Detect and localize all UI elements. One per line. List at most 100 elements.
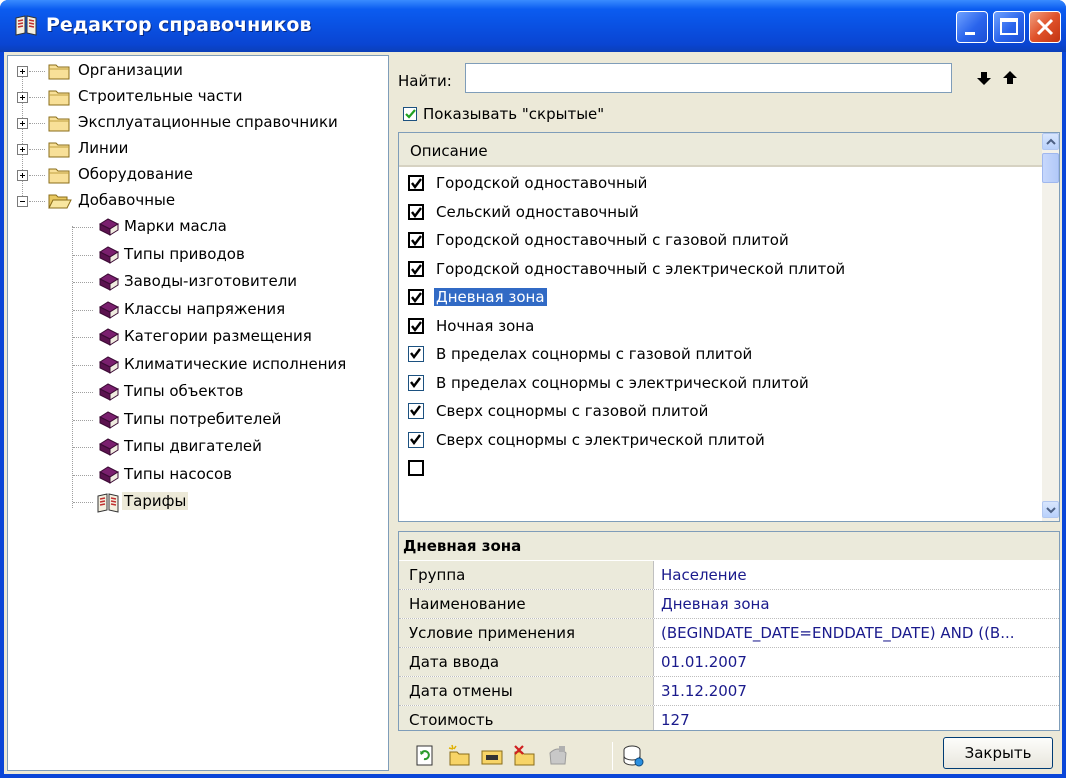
tree-folder[interactable]: Строительные части <box>8 84 386 110</box>
tree-guide-line <box>73 309 93 311</box>
closed-book-icon <box>98 300 120 319</box>
grid-row[interactable]: В пределах соцнормы с электрической плит… <box>399 369 1042 397</box>
refresh-icon[interactable] <box>412 743 438 769</box>
closed-book-icon <box>98 328 120 346</box>
directory-tree[interactable]: Организации Строительные части Эксплуатаци… <box>7 55 389 771</box>
closed-book-icon <box>98 438 120 456</box>
tree-folder[interactable]: Эксплуатационные справочники <box>8 110 386 136</box>
tree-guide-line <box>73 254 93 256</box>
grid-row[interactable]: Сверх соцнормы с газовой плитой <box>399 397 1042 425</box>
row-checkbox[interactable] <box>408 289 424 305</box>
checkmark-icon <box>411 320 422 332</box>
arrow-up-icon[interactable] <box>1000 68 1020 88</box>
column-description: Описание <box>410 142 488 160</box>
collapse-icon[interactable] <box>17 196 28 207</box>
grid-row[interactable]: Сельский одноставочный <box>399 198 1042 226</box>
tree-folder[interactable]: Линии <box>8 136 386 162</box>
maximize-button[interactable] <box>993 11 1025 43</box>
expand-icon[interactable] <box>17 144 28 155</box>
tree-item-label: Типы потребителей <box>124 409 282 428</box>
checkmark-icon <box>411 178 422 189</box>
new-item-icon[interactable] <box>447 743 473 769</box>
tree-item[interactable]: Климатические исполнения <box>8 352 386 378</box>
database-icon[interactable] <box>620 743 646 769</box>
property-value: 31.12.2007 <box>661 682 747 700</box>
tree-item[interactable]: Типы объектов <box>8 379 386 405</box>
grid-row[interactable]: Городской одноставочный с газовой плитой <box>399 226 1042 254</box>
search-label: Найти: <box>398 72 452 90</box>
property-row[interactable]: Группа Население <box>399 561 1059 590</box>
grid-row[interactable]: Сверх соцнормы с электрической плитой <box>399 426 1042 454</box>
title-bar[interactable]: Редактор справочников <box>0 0 1066 52</box>
tree-item[interactable]: Типы насосов <box>8 462 386 488</box>
tree-item-label: Типы насосов <box>124 464 233 483</box>
scroll-down-button[interactable] <box>1042 501 1059 518</box>
close-button[interactable]: Закрыть <box>943 737 1053 769</box>
tree-folder[interactable]: Добавочные <box>8 188 386 214</box>
arrow-down-icon[interactable] <box>974 68 994 88</box>
close-window-button[interactable] <box>1029 11 1061 43</box>
row-checkbox[interactable] <box>408 460 424 476</box>
row-checkbox[interactable] <box>408 374 424 391</box>
show-hidden-checkbox[interactable] <box>403 107 417 121</box>
tree-item[interactable]: Типы приводов <box>8 242 386 268</box>
tree-item-label: Заводы-изготовители <box>124 272 298 290</box>
tree-item[interactable]: Марки масла <box>8 214 386 240</box>
tree-folder[interactable]: Организации <box>8 58 386 84</box>
property-row[interactable]: Условие применения (BEGINDATE_DATE=ENDDAT… <box>399 619 1059 648</box>
tree-item[interactable]: Типы двигателей <box>8 434 386 460</box>
edit-item-icon[interactable] <box>479 743 505 769</box>
show-hidden-label[interactable]: Показывать "скрытые" <box>423 105 604 123</box>
delete-item-icon[interactable] <box>512 743 538 769</box>
checkmark-icon <box>411 263 422 275</box>
grid-row-partial[interactable] <box>399 454 1042 482</box>
tree-guide-line <box>73 474 93 476</box>
row-checkbox[interactable] <box>408 175 424 191</box>
expand-icon[interactable] <box>17 170 28 181</box>
vertical-scrollbar[interactable] <box>1042 133 1059 521</box>
property-row[interactable]: Наименование Дневная зона <box>399 590 1059 619</box>
tree-guide-line <box>29 97 45 98</box>
folder-icon <box>48 64 70 80</box>
expand-icon[interactable] <box>17 92 28 103</box>
client-area: Организации Строительные части Эксплуатаци… <box>4 52 1062 774</box>
tree-item[interactable]: Заводы-изготовители <box>8 269 386 295</box>
tree-item-label: Типы объектов <box>124 382 244 400</box>
tree-guide-line <box>29 71 45 72</box>
search-input[interactable] <box>465 63 952 93</box>
tree-folder[interactable]: Оборудование <box>8 162 386 188</box>
window-title: Редактор справочников <box>46 14 312 36</box>
property-row[interactable]: Дата отмены 31.12.2007 <box>399 677 1059 706</box>
tree-guide-line <box>29 149 45 150</box>
row-checkbox[interactable] <box>408 260 424 277</box>
property-name: Дата ввода <box>399 648 654 676</box>
expand-icon[interactable] <box>17 66 28 77</box>
expand-icon[interactable] <box>17 118 28 129</box>
scroll-up-button[interactable] <box>1042 133 1059 150</box>
grid-row[interactable]: Дневная зона <box>399 283 1042 311</box>
grid-row[interactable]: В пределах соцнормы с газовой плитой <box>399 340 1042 368</box>
tree-item[interactable]: Классы напряжения <box>8 297 386 323</box>
scroll-thumb[interactable] <box>1042 153 1059 183</box>
grid-column-header[interactable]: Описание <box>399 133 1042 167</box>
tariff-grid[interactable]: Описание Городской одноставочный Сельский… <box>398 132 1060 522</box>
row-checkbox[interactable] <box>408 317 424 334</box>
tree-item[interactable]: Категории размещения <box>8 324 386 350</box>
row-checkbox[interactable] <box>408 403 424 419</box>
property-row[interactable]: Стоимость 127 <box>399 706 1059 730</box>
tree-item[interactable]: Типы потребителей <box>8 407 386 433</box>
details-title: Дневная зона <box>399 532 1059 560</box>
row-checkbox[interactable] <box>408 232 424 248</box>
grid-row[interactable]: Городской одноставочный с электрической … <box>399 255 1042 283</box>
grid-row[interactable]: Ночная зона <box>399 312 1042 340</box>
property-row[interactable]: Дата ввода 01.01.2007 <box>399 648 1059 677</box>
tree-item[interactable]: Тарифы <box>8 489 386 515</box>
row-checkbox[interactable] <box>408 203 424 220</box>
row-checkbox[interactable] <box>408 346 424 362</box>
tree-item-label: Тарифы <box>122 492 189 510</box>
row-checkbox[interactable] <box>408 431 424 448</box>
tree-item-label: Типы приводов <box>124 244 245 263</box>
minimize-button[interactable] <box>956 11 988 43</box>
checkmark-icon <box>410 376 421 388</box>
grid-row[interactable]: Городской одноставочный <box>399 169 1042 197</box>
